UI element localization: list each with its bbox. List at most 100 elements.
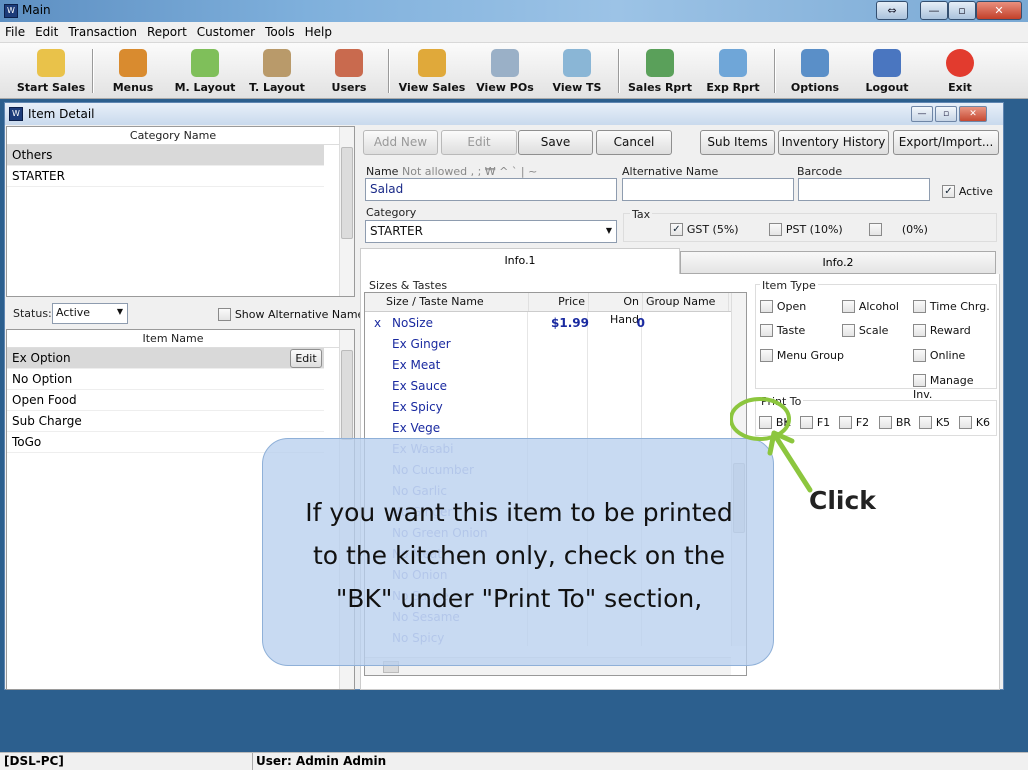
barcode-input[interactable] xyxy=(798,178,930,201)
tax-group: Tax ✓ GST (5%) PST (10%) (0%) xyxy=(623,208,997,242)
grid-row[interactable]: Ex Vege xyxy=(365,418,729,439)
options-button[interactable]: Options xyxy=(784,47,846,97)
menu-group-checkbox[interactable]: Menu Group xyxy=(760,348,844,362)
start-sales-button[interactable]: Start Sales xyxy=(14,47,88,97)
status-user: User: Admin Admin xyxy=(256,754,387,768)
menu-tools[interactable]: Tools xyxy=(260,22,300,42)
category-row-starter[interactable]: STARTER xyxy=(7,166,324,187)
taste-box[interactable] xyxy=(760,324,773,337)
category-scrollbar[interactable] xyxy=(339,127,354,296)
scale-box[interactable] xyxy=(842,324,855,337)
pst-box[interactable] xyxy=(769,223,782,236)
menu-customer[interactable]: Customer xyxy=(192,22,260,42)
menu-group-box[interactable] xyxy=(760,349,773,362)
tab-info2[interactable]: Info.2 xyxy=(680,251,996,274)
item-row-sub-charge[interactable]: Sub Charge xyxy=(7,411,324,432)
show-alt-name-box[interactable] xyxy=(218,308,231,321)
view-sales-button[interactable]: View Sales xyxy=(398,47,466,97)
save-button[interactable]: Save xyxy=(518,130,593,155)
online-checkbox[interactable]: Online xyxy=(913,348,965,362)
child-minimize-button[interactable]: — xyxy=(911,106,933,122)
taste-checkbox[interactable]: Taste xyxy=(760,323,805,337)
close-button[interactable]: ✕ xyxy=(976,1,1022,20)
category-scroll-thumb[interactable] xyxy=(341,147,353,239)
cancel-button[interactable]: Cancel xyxy=(596,130,672,155)
exit-button[interactable]: Exit xyxy=(932,47,988,97)
print-br-box[interactable] xyxy=(879,416,892,429)
view-pos-button[interactable]: View POs xyxy=(474,47,536,97)
alcohol-box[interactable] xyxy=(842,300,855,313)
child-close-button[interactable]: ✕ xyxy=(959,106,987,122)
reward-box[interactable] xyxy=(913,324,926,337)
reward-checkbox[interactable]: Reward xyxy=(913,323,971,337)
scale-checkbox[interactable]: Scale xyxy=(842,323,888,337)
alcohol-checkbox[interactable]: Alcohol xyxy=(842,299,899,313)
time-charge-checkbox[interactable]: Time Chrg. xyxy=(913,299,990,313)
expense-report-button[interactable]: Exp Rprt xyxy=(702,47,764,97)
grid-row[interactable]: Ex Sauce xyxy=(365,376,729,397)
open-checkbox[interactable]: Open xyxy=(760,299,806,313)
gst-checkbox[interactable]: ✓ GST (5%) xyxy=(670,222,739,236)
category-list: Category Name Others STARTER xyxy=(6,126,355,297)
menu-help[interactable]: Help xyxy=(300,22,337,42)
view-ts-button[interactable]: View TS xyxy=(546,47,608,97)
item-scroll-thumb[interactable] xyxy=(341,350,353,440)
sub-items-button[interactable]: Sub Items xyxy=(700,130,775,155)
alt-name-label: Alternative Name xyxy=(622,165,719,178)
print-k6-checkbox[interactable]: K6 xyxy=(959,415,990,429)
table-layout-button[interactable]: T. Layout xyxy=(244,47,310,97)
logout-button[interactable]: Logout xyxy=(856,47,918,97)
show-alt-name-checkbox[interactable]: Show Alternative Name xyxy=(218,307,364,321)
child-maximize-button[interactable]: ▫ xyxy=(935,106,957,122)
edit-button[interactable]: Edit xyxy=(441,130,517,155)
category-select[interactable]: STARTER ▼ xyxy=(365,220,617,243)
print-k5-checkbox[interactable]: K5 xyxy=(919,415,950,429)
restore-layout-button[interactable]: ⇔ xyxy=(876,1,908,20)
manage-inv-checkbox[interactable]: Manage Inv. xyxy=(913,373,996,401)
open-box[interactable] xyxy=(760,300,773,313)
item-row-no-option[interactable]: No Option xyxy=(7,369,324,390)
menu-report[interactable]: Report xyxy=(142,22,192,42)
minimize-button[interactable]: — xyxy=(920,1,948,20)
print-br-checkbox[interactable]: BR xyxy=(879,415,911,429)
menu-layout-button[interactable]: M. Layout xyxy=(170,47,240,97)
print-k5-box[interactable] xyxy=(919,416,932,429)
menu-layout-icon xyxy=(191,49,219,77)
grid-row[interactable]: Ex Ginger xyxy=(365,334,729,355)
tab-info1[interactable]: Info.1 xyxy=(360,248,680,274)
time-charge-box[interactable] xyxy=(913,300,926,313)
menu-file[interactable]: File xyxy=(0,22,30,42)
name-input[interactable]: Salad xyxy=(365,178,617,201)
menu-transaction[interactable]: Transaction xyxy=(63,22,142,42)
checkmark-icon[interactable]: ✓ xyxy=(942,185,955,198)
row-edit-button[interactable]: Edit xyxy=(290,349,322,368)
status-select[interactable]: Active ▼ xyxy=(52,303,128,324)
maximize-button[interactable]: ▫ xyxy=(948,1,976,20)
menus-button[interactable]: Menus xyxy=(106,47,160,97)
item-row-open-food[interactable]: Open Food xyxy=(7,390,324,411)
zero-tax-box[interactable] xyxy=(869,223,882,236)
zero-tax-checkbox[interactable]: (0%) xyxy=(869,222,928,236)
export-import-button[interactable]: Export/Import... xyxy=(893,130,999,155)
add-new-button[interactable]: Add New xyxy=(363,130,438,155)
category-row-others[interactable]: Others xyxy=(7,145,324,166)
tax-label: Tax xyxy=(630,208,653,221)
grid-row[interactable]: Ex Meat xyxy=(365,355,729,376)
item-row-ex-option[interactable]: Ex Option Edit xyxy=(7,348,324,369)
active-checkbox[interactable]: ✓ Active xyxy=(942,184,993,198)
checkmark-icon[interactable]: ✓ xyxy=(670,223,683,236)
online-box[interactable] xyxy=(913,349,926,362)
users-button[interactable]: Users xyxy=(322,47,376,97)
alt-name-input[interactable] xyxy=(622,178,794,201)
print-k6-box[interactable] xyxy=(959,416,972,429)
burger-icon xyxy=(119,49,147,77)
print-f2-box[interactable] xyxy=(839,416,852,429)
inventory-history-button[interactable]: Inventory History xyxy=(778,130,889,155)
pst-checkbox[interactable]: PST (10%) xyxy=(769,222,843,236)
print-f2-checkbox[interactable]: F2 xyxy=(839,415,869,429)
manage-inv-box[interactable] xyxy=(913,374,926,387)
sales-report-button[interactable]: Sales Rprt xyxy=(626,47,694,97)
grid-row[interactable]: Ex Spicy xyxy=(365,397,729,418)
menu-edit[interactable]: Edit xyxy=(30,22,63,42)
grid-row[interactable]: x NoSize $1.99 0 xyxy=(365,313,729,334)
